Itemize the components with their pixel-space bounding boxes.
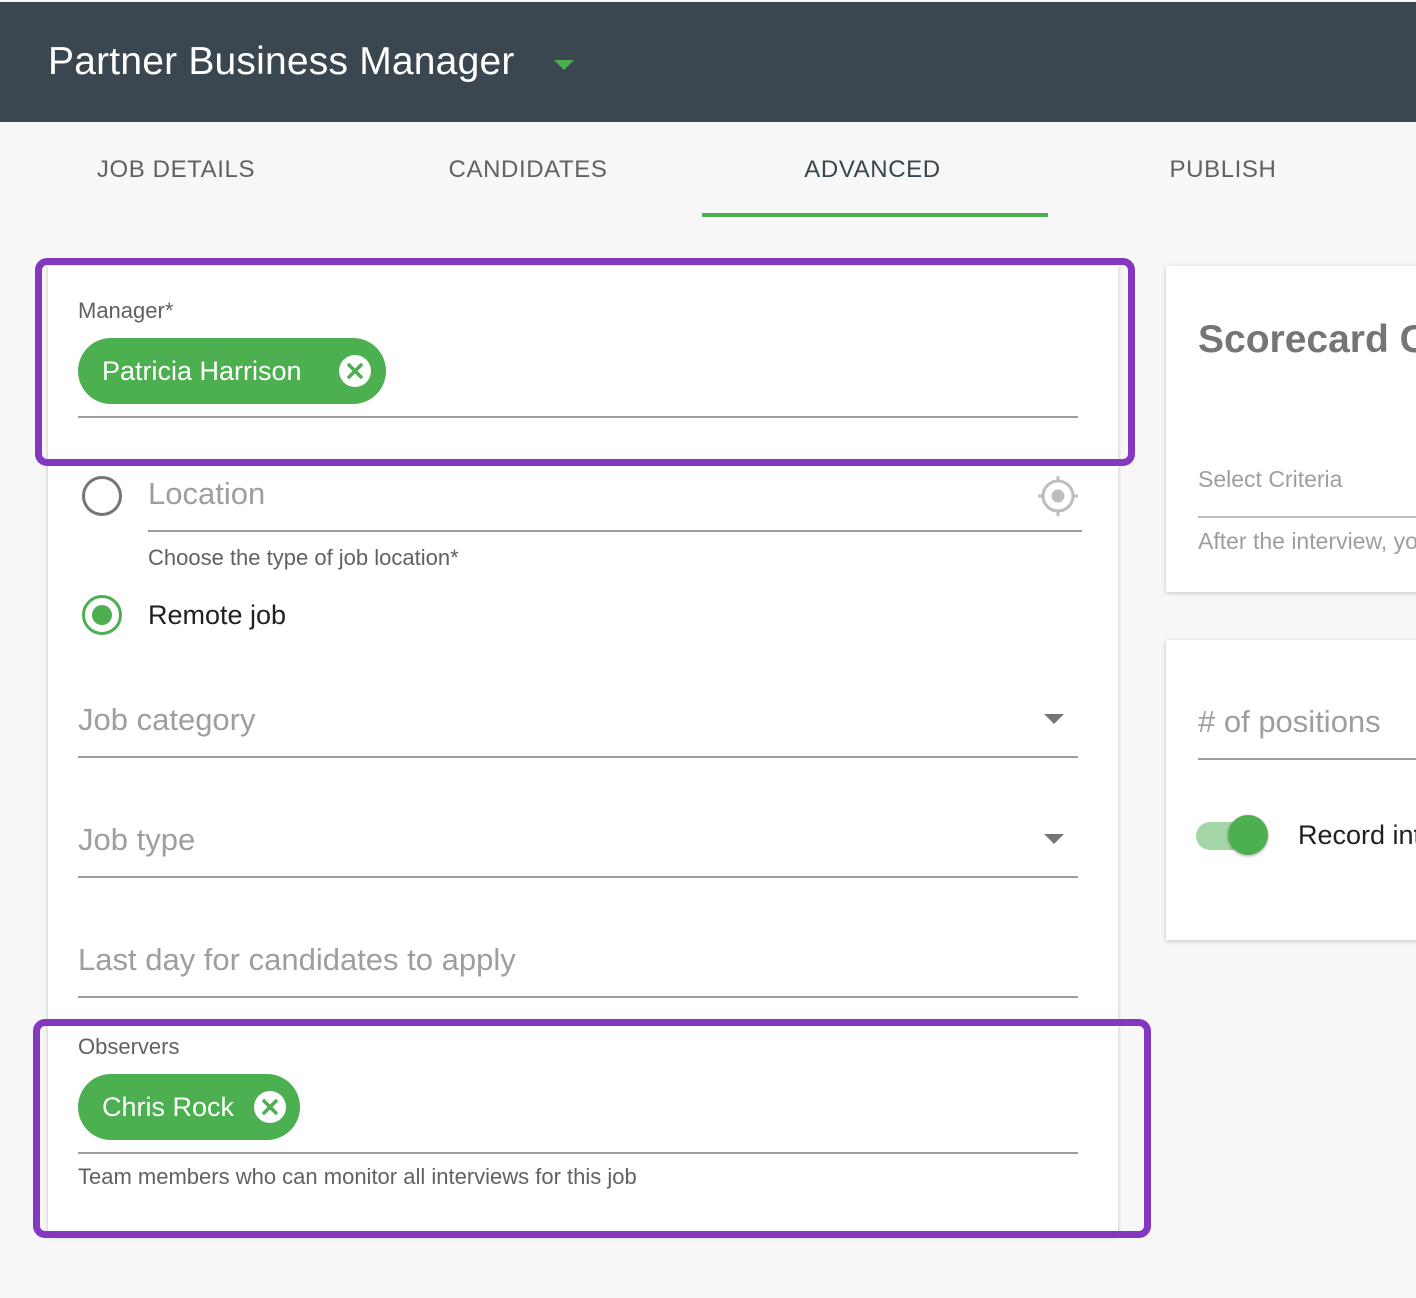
active-tab-indicator [702, 213, 1048, 217]
select-criteria-underline [1198, 516, 1416, 518]
remove-manager-icon[interactable] [339, 355, 371, 387]
manager-label: Manager* [78, 298, 174, 323]
record-interviews-toggle-thumb[interactable] [1228, 815, 1268, 855]
tab-job-details[interactable]: JOB DETAILS [96, 156, 256, 184]
tab-advanced[interactable]: ADVANCED [795, 156, 950, 184]
job-type-select[interactable]: Job type [78, 822, 195, 858]
job-category-select[interactable]: Job category [78, 702, 256, 738]
job-category-underline [78, 756, 1078, 758]
scorecard-title: Scorecard C [1198, 318, 1416, 361]
select-criteria-input[interactable]: Select Criteria [1198, 466, 1342, 493]
tab-candidates[interactable]: CANDIDATES [448, 156, 608, 184]
last-day-input[interactable]: Last day for candidates to apply [78, 942, 516, 978]
app-switcher-caret-icon[interactable] [554, 60, 574, 70]
positions-underline [1198, 758, 1416, 760]
location-type-helper: Choose the type of job location* [148, 545, 459, 570]
location-radio[interactable] [82, 476, 122, 516]
observers-label: Observers [78, 1034, 180, 1059]
app-header: Partner Business Manager [0, 0, 1416, 122]
record-interviews-label: Record int [1298, 820, 1416, 850]
remote-job-radio[interactable] [82, 595, 122, 635]
observers-field-underline [78, 1152, 1078, 1154]
observers-helper: Team members who can monitor all intervi… [78, 1164, 637, 1189]
observer-chip-label: Chris Rock [102, 1091, 235, 1122]
last-day-underline [78, 996, 1078, 998]
location-field-underline [148, 530, 1082, 532]
remove-observer-icon[interactable] [254, 1091, 286, 1123]
manager-field-underline [78, 416, 1078, 418]
remote-job-label[interactable]: Remote job [148, 600, 286, 631]
manager-chip-label: Patricia Harrison [102, 355, 302, 386]
tab-publish[interactable]: PUBLISH [1168, 156, 1278, 184]
job-type-caret-icon[interactable] [1044, 834, 1064, 844]
job-type-underline [78, 876, 1078, 878]
job-category-caret-icon[interactable] [1044, 714, 1064, 724]
app-title[interactable]: Partner Business Manager [48, 40, 515, 84]
positions-input[interactable]: # of positions [1198, 704, 1381, 740]
criteria-helper: After the interview, yo [1198, 528, 1416, 554]
positions-card [1166, 640, 1416, 940]
crosshair-icon[interactable] [1036, 474, 1080, 518]
tab-bar: JOB DETAILS CANDIDATES ADVANCED PUBLISH [0, 122, 1416, 222]
location-input[interactable]: Location [148, 476, 265, 512]
